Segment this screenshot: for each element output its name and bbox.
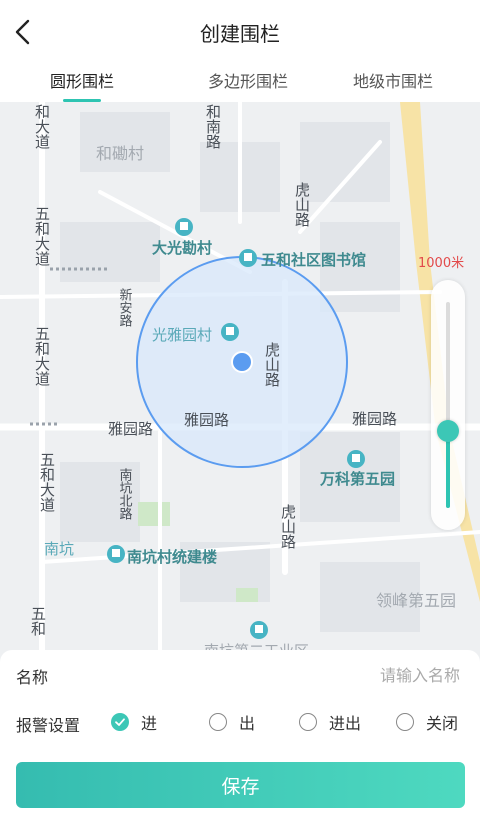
name-label: 名称 <box>16 668 49 687</box>
alarm-option-label: 进 <box>141 714 158 733</box>
distance-label: 1000米 <box>418 256 465 271</box>
map-label-library: 五和社区图书馆 <box>261 251 366 269</box>
alarm-option-label: 出 <box>239 714 256 733</box>
checkmark-icon <box>115 718 125 726</box>
radio-unchecked-icon <box>396 713 414 731</box>
alarm-option-label: 进出 <box>329 714 362 733</box>
road-label-wuhe-top: 和大道 <box>33 104 51 149</box>
road-label-hushan-mid: 虎山路 <box>263 342 281 387</box>
road-label-wuhe-lower: 五和大道 <box>38 452 56 512</box>
tab-bar: 圆形围栏 多边形围栏 地级市围栏 <box>0 64 480 102</box>
radio-checked-icon <box>111 713 129 731</box>
road-label-wuhe-bottom: 五和 <box>29 606 47 636</box>
alarm-option-enter[interactable]: 进 <box>111 710 157 734</box>
map-label-daguang: 大光勘村 <box>152 239 212 257</box>
alarm-option-off[interactable]: 关闭 <box>396 710 458 734</box>
tab-circle-fence[interactable]: 圆形围栏 <box>22 68 142 92</box>
slider-thumb[interactable] <box>437 420 459 442</box>
alarm-option-label: 关闭 <box>426 714 459 733</box>
road-label-yayuan-left: 雅园路 <box>108 420 153 438</box>
map-label-nankengcun: 南坑村统建楼 <box>127 548 217 566</box>
radio-unchecked-icon <box>209 713 227 731</box>
alarm-label: 报警设置 <box>16 716 81 735</box>
map-label-hedicun: 和磡村 <box>96 144 144 163</box>
save-button[interactable]: 保存 <box>16 762 465 808</box>
fence-form: 名称 报警设置 进 出 进出 关闭 保存 <box>0 650 480 831</box>
road-label-xinan: 新安路 <box>117 287 133 327</box>
road-label-wuhe-mid: 五和大道 <box>33 206 51 266</box>
road-label-hushan-low: 虎山路 <box>279 504 297 549</box>
road-label-yayuan-right: 雅园路 <box>352 410 397 428</box>
page-title: 创建围栏 <box>200 22 280 46</box>
tab-city-fence[interactable]: 地级市围栏 <box>333 68 453 92</box>
name-input[interactable] <box>258 660 462 690</box>
map-view[interactable]: 大光勘村 五和社区图书馆 万科第五园 南坑村统建楼 光雅园村 南坑 和磡村 领峰… <box>0 102 480 662</box>
road-label-henan: 和南路 <box>204 104 222 149</box>
map-canvas: 大光勘村 五和社区图书馆 万科第五园 南坑村统建楼 光雅园村 南坑 和磡村 领峰… <box>0 102 480 662</box>
road-label-nankengbei: 南坑北路 <box>117 467 133 520</box>
fence-center-marker <box>231 351 253 373</box>
road-label-hushan-top: 虎山路 <box>293 182 311 227</box>
radius-slider[interactable] <box>431 280 465 530</box>
map-label-wanke: 万科第五园 <box>319 470 395 488</box>
header: 创建围栏 <box>0 0 480 64</box>
road-label-yayuan-mid: 雅园路 <box>184 411 229 429</box>
radio-unchecked-icon <box>299 713 317 731</box>
tab-polygon-fence[interactable]: 多边形围栏 <box>188 68 308 92</box>
alarm-option-exit[interactable]: 出 <box>209 710 255 734</box>
alarm-option-enter-exit[interactable]: 进出 <box>299 710 361 734</box>
map-label-guangyayuan: 光雅园村 <box>152 326 212 344</box>
map-label-lingfeng: 领峰第五园 <box>376 591 456 610</box>
road-label-wuhe-low: 五和大道 <box>33 326 51 386</box>
map-label-nankeng: 南坑 <box>44 540 74 558</box>
